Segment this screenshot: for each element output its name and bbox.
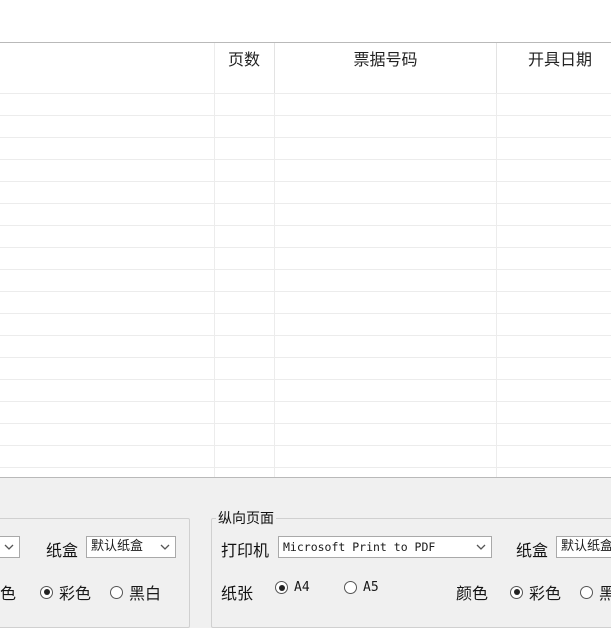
left-color-bw-label: 黑白: [129, 584, 162, 603]
chevron-down-icon: [4, 544, 14, 550]
left-color-label: 颜色: [0, 584, 17, 603]
printer-select[interactable]: Microsoft Print to PDF: [278, 536, 492, 558]
left-color-color-label: 彩色: [59, 584, 92, 603]
radio-unchecked-icon: [110, 585, 123, 599]
left-tray-value: 默认纸盒: [91, 539, 144, 554]
column-header-pages[interactable]: 页数: [214, 43, 275, 93]
column-header-issue-date[interactable]: 开具日期: [497, 43, 611, 93]
left-color-bw-radio[interactable]: 黑白: [110, 580, 161, 604]
table-header: 页数 票据号码 开具日期: [0, 43, 611, 93]
column-header-invoice-number[interactable]: 票据号码: [275, 43, 497, 93]
table-gridlines: [0, 43, 611, 477]
radio-unchecked-icon: [344, 581, 357, 594]
chevron-down-icon: [160, 544, 170, 550]
left-tray-select[interactable]: 默认纸盒: [86, 536, 176, 558]
right-color-bw-label: 黑白: [599, 584, 611, 603]
printer-label: 打印机: [221, 541, 270, 560]
right-tray-select[interactable]: 默认纸盒: [556, 536, 611, 558]
left-paper-select[interactable]: [0, 536, 20, 558]
right-color-bw-radio[interactable]: 黑白: [580, 580, 611, 604]
paper-a5-label: A5: [363, 580, 379, 595]
right-color-color-radio[interactable]: 彩色: [510, 580, 561, 604]
right-color-color-label: 彩色: [529, 584, 562, 603]
right-color-label: 颜色: [456, 584, 489, 603]
radio-checked-icon: [40, 585, 53, 599]
left-tray-label: 纸盒: [46, 541, 79, 560]
printer-value: Microsoft Print to PDF: [283, 540, 436, 554]
toolbar-area: [0, 0, 611, 42]
right-tray-label: 纸盒: [516, 541, 549, 560]
paper-a5-radio[interactable]: A5: [344, 580, 379, 595]
invoice-table[interactable]: 页数 票据号码 开具日期: [0, 42, 611, 478]
paper-a4-radio[interactable]: A4: [275, 580, 310, 595]
radio-checked-icon: [275, 581, 288, 594]
radio-unchecked-icon: [580, 585, 593, 599]
left-color-color-radio[interactable]: 彩色: [40, 580, 91, 604]
paper-label: 纸张: [221, 584, 254, 603]
right-tray-value: 默认纸盒: [561, 539, 611, 554]
chevron-down-icon: [476, 544, 486, 550]
portrait-page-title: 纵向页面: [216, 508, 276, 528]
radio-checked-icon: [510, 585, 523, 599]
print-settings-panel: 纸盒 默认纸盒 颜色 彩色 黑白 纵向页面 打印机 Microsoft Prin…: [0, 478, 611, 628]
paper-a4-label: A4: [294, 580, 310, 595]
